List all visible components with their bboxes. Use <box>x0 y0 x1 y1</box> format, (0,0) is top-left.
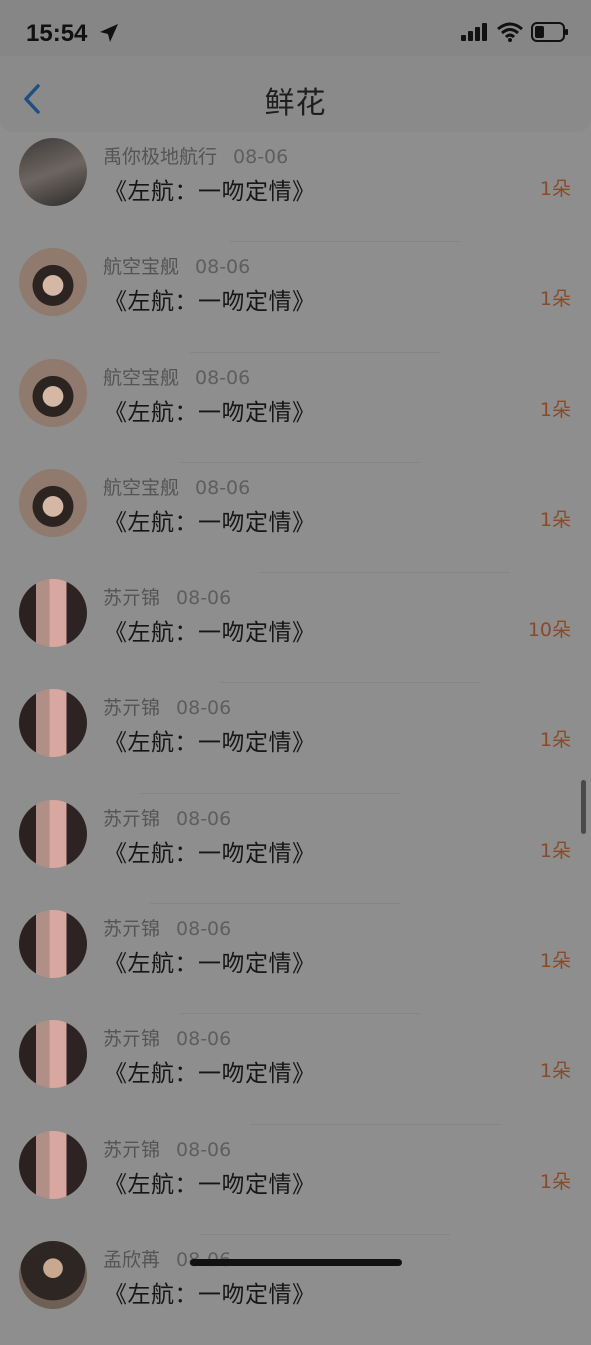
status-bar: 15:54 <box>0 0 591 56</box>
item-date: 08-06 <box>195 476 251 499</box>
user-name-line: 苏亓锦 08-06 <box>103 693 231 720</box>
signal-icon <box>461 23 487 41</box>
item-date: 08-06 <box>176 918 232 941</box>
user-name-line: 航空宝舰 08-06 <box>103 252 250 279</box>
status-time: 15:54 <box>26 20 88 47</box>
flower-list: 禹你极地航行 08-06 《左航：一吻定情》 1朵 航空宝舰 08-06 《左航：一… <box>0 132 591 1345</box>
flower-count: 1朵 <box>539 950 571 973</box>
flower-count: 1朵 <box>539 839 571 862</box>
list-item[interactable]: 苏亓锦 08-06 《左航：一吻定情》 1朵 <box>0 1014 591 1125</box>
book-title: 《左航：一吻定情》 <box>104 1061 316 1088</box>
book-title: 《左航：一吻定情》 <box>104 289 316 316</box>
flower-count: 1朵 <box>539 288 571 311</box>
item-date: 08-06 <box>176 1028 232 1051</box>
user-name: 航空宝舰 <box>103 476 180 499</box>
user-name: 航空宝舰 <box>103 256 180 279</box>
book-title: 《左航：一吻定情》 <box>104 1281 316 1308</box>
user-name-line: 苏亓锦 08-06 <box>103 804 231 831</box>
avatar[interactable] <box>19 910 87 979</box>
avatar[interactable] <box>19 579 87 648</box>
book-title: 《左航：一吻定情》 <box>104 509 316 536</box>
item-date: 08-06 <box>176 1138 232 1161</box>
book-title: 《左航：一吻定情》 <box>104 730 316 757</box>
status-icons <box>461 22 569 42</box>
item-date: 08-06 <box>176 587 232 610</box>
user-name-line: 苏亓锦 08-06 <box>103 1135 231 1162</box>
user-name-line: 苏亓锦 08-06 <box>103 914 231 941</box>
user-name: 航空宝舰 <box>103 366 180 389</box>
list-item[interactable]: 航空宝舰 08-06 《左航：一吻定情》 1朵 <box>0 242 591 353</box>
user-name-line: 禹你极地航行 08-06 <box>103 142 288 169</box>
flower-count: 10朵 <box>527 619 571 642</box>
page-title: 鲜花 <box>264 86 327 121</box>
avatar[interactable] <box>19 1240 87 1309</box>
user-name: 禹你极地航行 <box>103 146 218 168</box>
list-item[interactable]: 苏亓锦 08-06 《左航：一吻定情》 1朵 <box>0 1125 591 1235</box>
book-title: 《左航：一吻定情》 <box>104 399 316 426</box>
item-date: 08-06 <box>195 256 251 279</box>
list-item[interactable]: 苏亓锦 08-06 《左航：一吻定情》 1朵 <box>0 683 591 794</box>
flower-count: 1朵 <box>539 1170 571 1193</box>
book-title: 《左航：一吻定情》 <box>104 620 316 647</box>
wifi-icon <box>497 22 523 42</box>
list-item[interactable]: 航空宝舰 08-06 《左航：一吻定情》 1朵 <box>0 463 591 574</box>
nav-bar: 鲜花 <box>0 56 591 132</box>
avatar[interactable] <box>19 799 87 868</box>
user-name: 苏亓锦 <box>103 587 161 610</box>
item-date: 08-06 <box>195 366 251 389</box>
scrollbar-thumb[interactable] <box>581 780 586 834</box>
user-name-line: 苏亓锦 08-06 <box>103 583 231 610</box>
avatar[interactable] <box>19 689 87 758</box>
list-item[interactable]: 苏亓锦 08-06 《左航：一吻定情》 1朵 <box>0 794 591 905</box>
item-date: 08-06 <box>233 146 289 168</box>
book-title: 《左航：一吻定情》 <box>104 840 316 867</box>
avatar[interactable] <box>19 138 87 206</box>
item-date: 08-06 <box>176 807 232 830</box>
avatar[interactable] <box>19 358 87 427</box>
avatar[interactable] <box>19 1130 87 1199</box>
user-name: 苏亓锦 <box>103 807 161 830</box>
avatar[interactable] <box>19 248 87 317</box>
book-title: 《左航：一吻定情》 <box>104 1171 316 1198</box>
user-name-line: 航空宝舰 08-06 <box>103 473 250 500</box>
list-item[interactable]: 航空宝舰 08-06 《左航：一吻定情》 1朵 <box>0 353 591 463</box>
book-title: 《左航：一吻定情》 <box>104 179 316 205</box>
book-title: 《左航：一吻定情》 <box>104 951 316 978</box>
user-name: 苏亓锦 <box>103 697 161 720</box>
list-item[interactable]: 苏亓锦 08-06 《左航：一吻定情》 1朵 <box>0 904 591 1015</box>
user-name-line: 航空宝舰 08-06 <box>103 363 250 390</box>
flower-count: 1朵 <box>539 1060 571 1083</box>
list-item[interactable]: 苏亓锦 08-06 《左航：一吻定情》 10朵 <box>0 573 591 684</box>
flower-count: 1朵 <box>539 729 571 752</box>
user-name: 苏亓锦 <box>103 1028 161 1051</box>
home-indicator[interactable] <box>190 1259 402 1266</box>
flower-count: 1朵 <box>539 178 571 200</box>
flower-count: 1朵 <box>539 508 571 531</box>
avatar[interactable] <box>19 468 87 537</box>
user-name-line: 苏亓锦 08-06 <box>103 1024 231 1051</box>
flower-count: 1朵 <box>539 398 571 421</box>
location-arrow-icon <box>100 24 118 42</box>
list-item[interactable]: 禹你极地航行 08-06 《左航：一吻定情》 1朵 <box>0 132 591 243</box>
item-date: 08-06 <box>176 697 232 720</box>
avatar[interactable] <box>19 1020 87 1089</box>
user-name: 苏亓锦 <box>103 1138 161 1161</box>
user-name: 苏亓锦 <box>103 918 161 941</box>
user-name: 孟欣苒 <box>103 1248 161 1271</box>
list-item[interactable]: 孟欣苒08-06 《左航：一吻定情》 <box>0 1235 591 1345</box>
battery-icon <box>531 22 568 42</box>
